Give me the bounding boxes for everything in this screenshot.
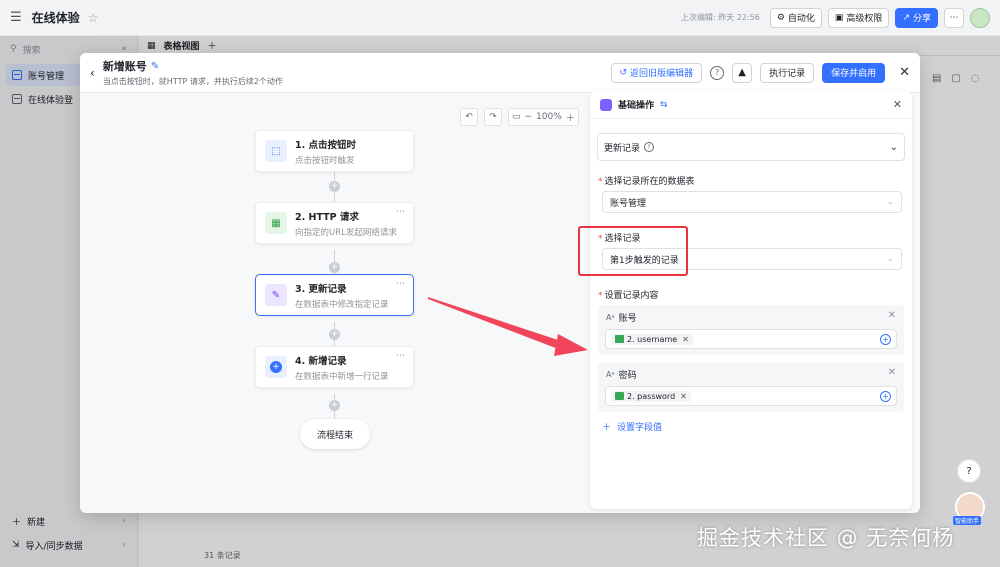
action-logo-icon — [600, 98, 612, 111]
more-button[interactable]: ⋯ — [944, 7, 964, 28]
flow-canvas[interactable]: ↶ ↷ ▭ − 100% ＋ + + + + ⬚ 1. 点击按钮时 点击按钮时触发… — [80, 93, 590, 513]
zoom-level: 100% — [536, 112, 562, 122]
assistant-label[interactable]: 智能助手 — [953, 516, 982, 525]
menu-icon[interactable]: ☰ — [10, 10, 22, 25]
star-icon[interactable]: ☆ — [88, 11, 99, 25]
save-enable-button[interactable]: 保存并启用 — [822, 62, 886, 83]
variable-chip[interactable]: 2. username ✕ — [611, 333, 693, 345]
workflow-modal: ‹ 新增账号 ✎ 当点击按钮时，就HTTP 请求，并执行后续2个动作 ↺ 返回旧版编… — [80, 53, 920, 513]
pencil-icon: ✎ — [265, 284, 287, 306]
automation-icon: ⚙ — [776, 12, 785, 23]
undo-button[interactable]: ↶ — [460, 108, 478, 126]
chevron-down-icon: ⌄ — [886, 197, 894, 207]
http-icon — [615, 392, 624, 400]
modal-title: 新增账号 — [102, 60, 147, 73]
lock-icon: ▣ — [834, 12, 844, 23]
zoom-out-icon[interactable]: − — [525, 112, 533, 122]
swap-icon[interactable]: ⇆ — [660, 100, 668, 110]
add-step-icon[interactable]: + — [329, 181, 340, 192]
table-label: * 选择记录所在的数据表 — [598, 177, 695, 187]
http-icon: ▦ — [265, 212, 287, 234]
remove-field-icon[interactable]: ✕ — [888, 367, 896, 378]
add-step-icon[interactable]: + — [329, 262, 340, 273]
add-step-icon[interactable]: + — [329, 400, 340, 411]
add-variable-icon[interactable]: + — [880, 333, 891, 345]
zoom-toolbar: ↶ ↷ ▭ − 100% ＋ — [460, 108, 579, 126]
modal-subtitle: 当点击按钮时，就HTTP 请求，并执行后续2个动作 — [102, 77, 283, 86]
table-select[interactable]: 账号管理 ⌄ — [602, 191, 902, 213]
remove-field-icon[interactable]: ✕ — [888, 310, 896, 321]
share-button[interactable]: ↗ 分享 — [895, 7, 938, 28]
flow-end-node: 流程结束 — [300, 419, 370, 449]
share-icon: ↗ — [902, 12, 910, 23]
panel-title: 基础操作 — [618, 101, 655, 111]
edit-icon[interactable]: ✎ — [151, 61, 159, 72]
flow-node-http[interactable]: ▦ 2. HTTP 请求 向指定的URL发起网络请求 ⋯ — [255, 202, 414, 244]
flow-node-update[interactable]: ✎ 3. 更新记录 在数据表中修改指定记录 ⋯ — [255, 274, 414, 316]
fit-screen-icon[interactable]: ▭ — [512, 112, 521, 122]
help-float-icon[interactable]: ? — [957, 459, 981, 483]
highlight-box — [578, 226, 688, 276]
watermark: 掘金技术社区 @ 无奈何杨 — [697, 526, 955, 550]
undo-icon: ↺ — [619, 67, 628, 78]
warning-icon[interactable]: ▲ — [732, 62, 753, 83]
user-avatar[interactable] — [970, 7, 990, 28]
modal-header: ‹ 新增账号 ✎ 当点击按钮时，就HTTP 请求，并执行后续2个动作 ↺ 返回旧版编… — [80, 53, 920, 93]
add-field-button[interactable]: ＋设置字段值 — [602, 420, 662, 433]
automation-button[interactable]: ⚙ 自动化 — [769, 7, 822, 28]
back-icon[interactable]: ‹ — [90, 66, 95, 80]
zoom-in-icon[interactable]: ＋ — [566, 111, 575, 124]
close-icon[interactable]: ✕ — [893, 98, 902, 111]
top-bar: ☰ 在线体验 ☆ 上次编辑: 昨天 22:56 ⚙ 自动化 ▣ 高级权限 ↗ 分享 ⋯ — [0, 0, 1000, 36]
add-record-icon: + — [265, 356, 287, 378]
field-card-account: Aᵃ 账号 ✕ 2. username ✕ + — [598, 305, 904, 355]
exec-record-button[interactable]: 执行记录 — [760, 62, 815, 83]
back-old-editor-button[interactable]: ↺ 返回旧版编辑器 — [610, 62, 703, 83]
advanced-permission-button[interactable]: ▣ 高级权限 — [827, 7, 890, 28]
chip-close-icon[interactable]: ✕ — [680, 392, 687, 401]
more-icon[interactable]: ⋯ — [396, 351, 405, 361]
zoom-control: ▭ − 100% ＋ — [508, 108, 579, 126]
flow-node-add[interactable]: + 4. 新增记录 在数据表中新增一行记录 ⋯ — [255, 346, 414, 388]
http-icon — [615, 335, 624, 343]
more-icon[interactable]: ⋯ — [396, 207, 405, 217]
chip-close-icon[interactable]: ✕ — [682, 335, 689, 344]
app-title: 在线体验 — [31, 11, 80, 25]
cursor-click-icon: ⬚ — [265, 140, 287, 162]
config-panel: 基础操作 ⇆ ✕ 更新记录 ? ⌄ * 选择记录所在的数据表 账号管理 ⌄ * 选择记… — [578, 91, 912, 509]
action-type-select[interactable]: 更新记录 ? ⌄ — [597, 133, 905, 161]
field-card-password: Aᵃ 密码 ✕ 2. password ✕ + — [598, 362, 904, 412]
chevron-down-icon: ⌄ — [886, 254, 894, 264]
add-step-icon[interactable]: + — [329, 329, 340, 340]
add-variable-icon[interactable]: + — [880, 390, 891, 402]
help-icon[interactable]: ? — [710, 65, 725, 80]
content-label: * 设置记录内容 — [598, 291, 659, 301]
text-field-icon: Aᵃ — [606, 370, 615, 379]
close-icon[interactable]: ✕ — [899, 65, 910, 80]
field-value-input[interactable]: 2. password ✕ + — [605, 386, 897, 406]
chevron-down-icon: ⌄ — [889, 141, 898, 153]
help-icon[interactable]: ? — [644, 142, 655, 152]
text-field-icon: Aᵃ — [606, 313, 615, 322]
variable-chip[interactable]: 2. password ✕ — [611, 390, 691, 402]
last-edit-time: 上次编辑: 昨天 22:56 — [680, 13, 760, 22]
flow-node-trigger[interactable]: ⬚ 1. 点击按钮时 点击按钮时触发 — [255, 130, 414, 172]
plus-icon: ＋ — [602, 423, 612, 433]
redo-button[interactable]: ↷ — [484, 108, 502, 126]
more-icon[interactable]: ⋯ — [396, 279, 405, 289]
field-value-input[interactable]: 2. username ✕ + — [605, 329, 897, 349]
